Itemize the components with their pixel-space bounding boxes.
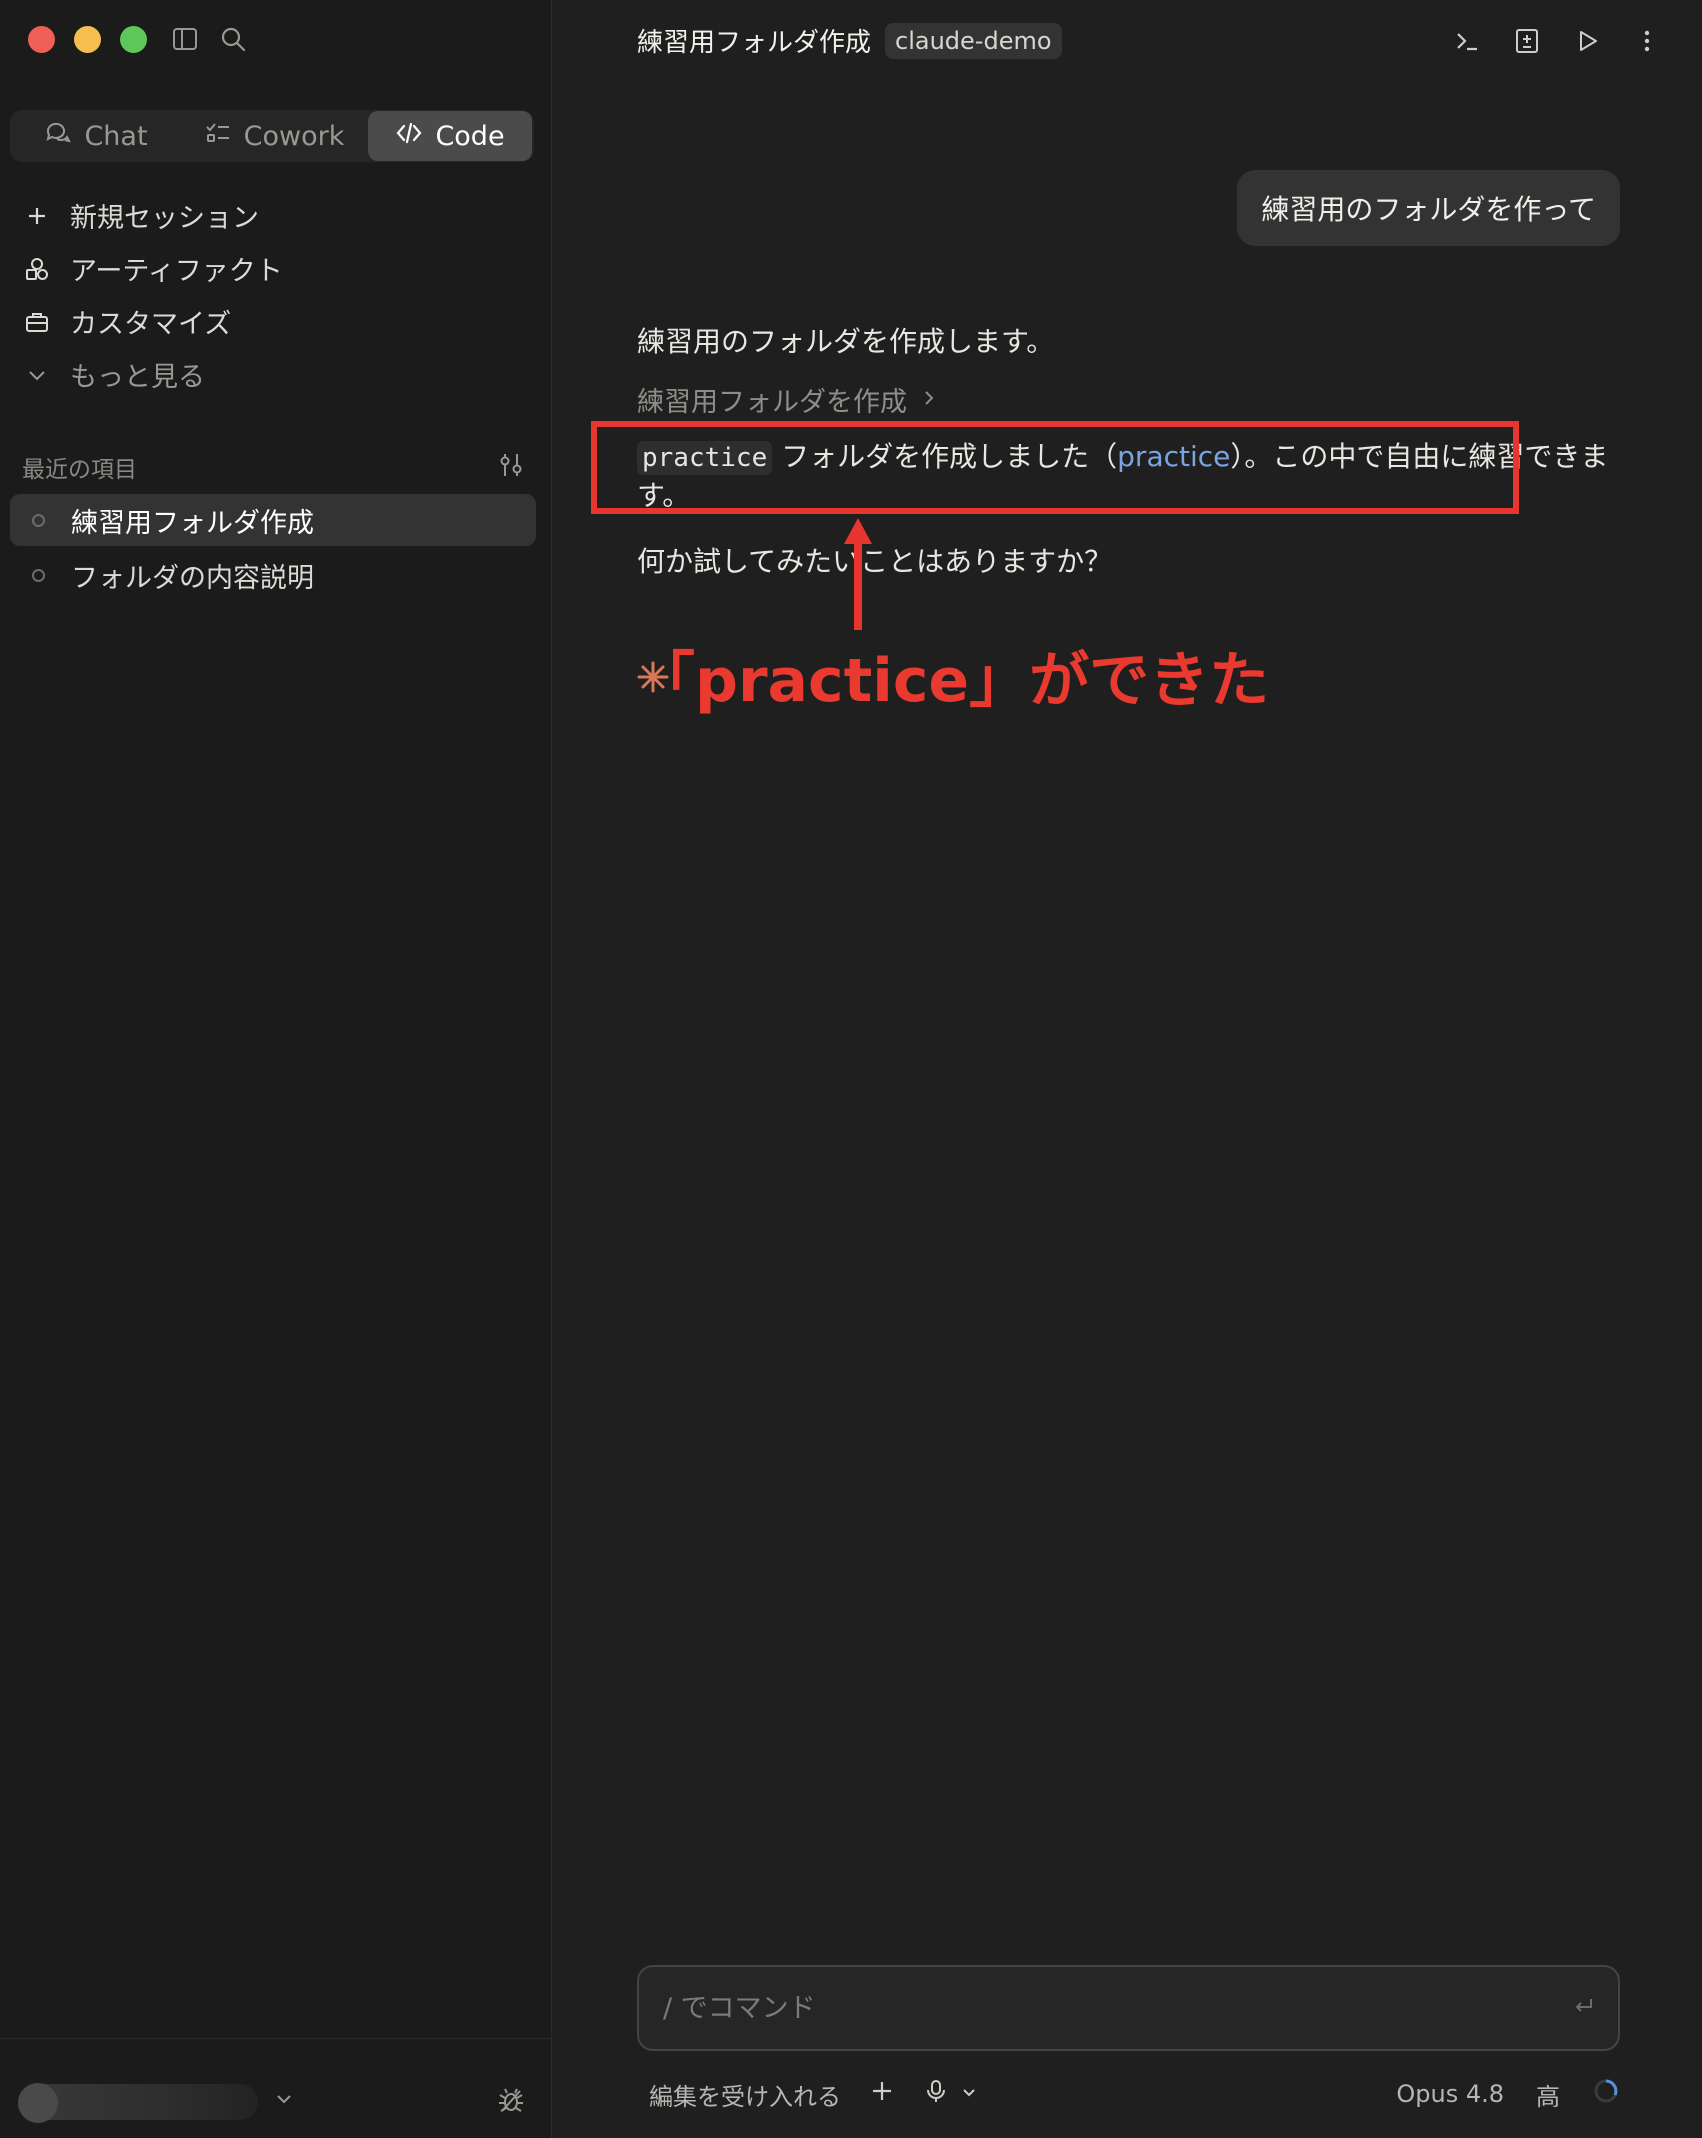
zoom-window-button[interactable] xyxy=(120,26,147,53)
diff-icon[interactable] xyxy=(1512,26,1542,56)
artifacts-label: アーティファクト xyxy=(70,256,283,287)
sidebar-toggle-icon[interactable] xyxy=(170,24,200,54)
annotation-highlight-box xyxy=(591,421,1519,514)
tab-code-label: Code xyxy=(435,120,505,152)
sidebar-item-artifacts[interactable]: アーティファクト xyxy=(22,249,283,288)
recent-item-label: 練習用フォルダ作成 xyxy=(71,507,314,539)
customize-label: カスタマイズ xyxy=(70,309,232,340)
minimize-window-button[interactable] xyxy=(74,26,101,53)
command-input[interactable] xyxy=(661,1991,1570,2025)
recent-item[interactable]: フォルダの内容説明 xyxy=(10,549,536,601)
accept-edits-button[interactable]: 編集を受け入れる xyxy=(649,2077,841,2112)
close-window-button[interactable] xyxy=(28,26,55,53)
sidebar-item-more[interactable]: もっと見る xyxy=(22,355,205,394)
recent-item[interactable]: 練習用フォルダ作成 xyxy=(10,494,536,546)
context-usage-icon xyxy=(1592,2077,1620,2111)
shapes-icon xyxy=(22,254,52,284)
tool-step-toggle[interactable]: 練習用フォルダを作成 xyxy=(637,380,939,419)
more-vertical-icon[interactable] xyxy=(1632,26,1662,56)
model-selector[interactable]: Opus 4.8 xyxy=(1396,2080,1504,2108)
chevron-right-icon xyxy=(919,384,939,415)
session-status-dot xyxy=(32,513,45,527)
tool-step-label: 練習用フォルダを作成 xyxy=(637,387,907,418)
composer-toolbar: 編集を受け入れる Opus 4.8 高 xyxy=(637,2074,1620,2114)
new-session-button[interactable]: 新規セッション xyxy=(22,196,259,235)
filter-sliders-icon[interactable] xyxy=(496,450,526,484)
composer xyxy=(637,1965,1620,2051)
tab-chat[interactable]: Chat xyxy=(12,111,180,161)
new-session-label: 新規セッション xyxy=(70,203,259,234)
mode-switcher: Chat Cowork Code xyxy=(10,110,534,162)
search-icon[interactable] xyxy=(218,24,248,54)
recent-item-label: フォルダの内容説明 xyxy=(71,562,314,594)
header-toolbar xyxy=(1452,26,1662,56)
effort-selector[interactable]: 高 xyxy=(1536,2077,1560,2112)
recent-section-label: 最近の項目 xyxy=(22,457,137,483)
plus-icon xyxy=(22,201,52,231)
play-icon[interactable] xyxy=(1572,26,1602,56)
session-title[interactable]: 練習用フォルダ作成 xyxy=(637,22,871,59)
enter-icon[interactable] xyxy=(1570,1993,1596,2023)
assistant-intro: 練習用のフォルダを作成します。 xyxy=(637,325,1055,358)
chevron-down-icon[interactable] xyxy=(272,2087,296,2115)
annotation-arrow xyxy=(844,518,872,630)
chevron-down-icon xyxy=(22,360,52,390)
microphone-icon xyxy=(923,2078,949,2110)
sidebar: Chat Cowork Code 新規セッション アーティファクト カスタマイズ… xyxy=(0,0,552,2138)
tab-cowork[interactable]: Cowork xyxy=(180,111,368,161)
add-icon[interactable] xyxy=(869,2078,895,2110)
terminal-icon[interactable] xyxy=(1452,26,1482,56)
avatar xyxy=(18,2083,58,2123)
bug-icon[interactable] xyxy=(496,2085,526,2119)
session-status-dot xyxy=(32,568,45,582)
account-footer xyxy=(0,2038,552,2138)
more-label: もっと見る xyxy=(70,362,205,393)
tab-code[interactable]: Code xyxy=(368,111,532,161)
sidebar-item-customize[interactable]: カスタマイズ xyxy=(22,302,231,341)
tab-chat-label: Chat xyxy=(84,120,148,152)
briefcase-icon xyxy=(22,307,52,337)
window-controls xyxy=(28,26,147,53)
voice-input-button[interactable] xyxy=(923,2078,979,2110)
session-header: 練習用フォルダ作成 claude-demo xyxy=(637,22,1062,59)
chevron-down-icon xyxy=(959,2080,979,2108)
tab-cowork-label: Cowork xyxy=(243,120,345,152)
checklist-icon xyxy=(204,119,232,154)
project-tag[interactable]: claude-demo xyxy=(885,22,1062,59)
annotation-caption: 「practice」ができた xyxy=(635,646,1270,716)
main-panel: 練習用フォルダ作成 claude-demo 練習用のフォルダを作って 練習用のフ… xyxy=(553,0,1702,2138)
chat-bubbles-icon xyxy=(44,119,72,154)
user-message: 練習用のフォルダを作って xyxy=(1237,170,1620,246)
code-brackets-icon xyxy=(395,119,423,154)
